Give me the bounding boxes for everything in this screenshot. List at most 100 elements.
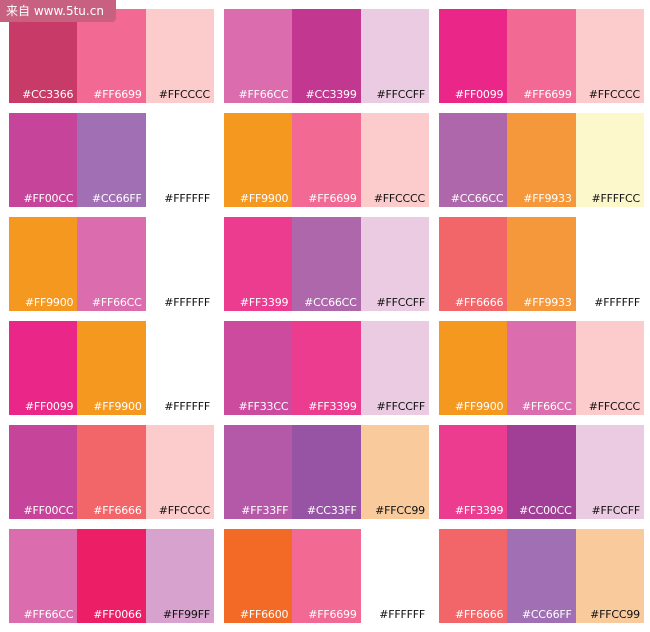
color-swatch: #FF6666: [439, 217, 508, 311]
color-swatch: #FF0099: [439, 9, 508, 103]
color-swatch: #FFFFFF: [145, 217, 214, 311]
color-swatch: #FFFFFF: [360, 529, 429, 623]
color-swatch: #FF9900: [439, 321, 508, 415]
color-swatch: #FFFFFF: [575, 217, 644, 311]
color-palette: #FF6666 #FF9933 #FFFFFF: [439, 217, 644, 311]
color-swatch: #FF00CC: [9, 113, 78, 207]
color-palette: #FF66CC #FF0066 #FF99FF: [9, 529, 214, 623]
hex-code-label: #FF6699: [308, 608, 357, 621]
color-swatch: #FF9900: [77, 321, 146, 415]
hex-code-label: #FFCC99: [375, 504, 425, 517]
watermark: 来自 www.5tu.cn: [0, 0, 116, 22]
color-swatch: #FF6666: [77, 425, 146, 519]
hex-code-label: #FF00CC: [23, 192, 74, 205]
color-swatch: #FF6699: [77, 9, 146, 103]
hex-code-label: #FF6600: [239, 608, 289, 621]
color-swatch: #FF9900: [9, 217, 78, 311]
hex-code-label: #FF9900: [454, 400, 504, 413]
color-palette: #FF33CC #FF3399 #FFCCFF: [224, 321, 429, 415]
color-swatch: #FF3399: [439, 425, 508, 519]
hex-code-label: #FF6666: [93, 504, 142, 517]
color-swatch: #CC3399: [292, 9, 361, 103]
hex-code-label: #FFCCCC: [158, 504, 210, 517]
color-swatch: #FF9933: [507, 217, 576, 311]
hex-code-label: #FFFFCC: [591, 192, 640, 205]
color-swatch: #FFFFCC: [575, 113, 644, 207]
color-palette: #FF6600 #FF6699 #FFFFFF: [224, 529, 429, 623]
color-swatch: #CC3366: [9, 9, 78, 103]
color-palette: #FF3399 #CC66CC #FFCCFF: [224, 217, 429, 311]
hex-code-label: #FF9900: [239, 192, 289, 205]
hex-code-label: #FF3399: [239, 296, 289, 309]
color-swatch: #FFCCFF: [360, 321, 429, 415]
hex-code-label: #FF6699: [308, 192, 357, 205]
hex-code-label: #FFCCCC: [588, 400, 640, 413]
hex-code-label: #FF66CC: [23, 608, 74, 621]
hex-code-label: #FF33CC: [238, 400, 289, 413]
hex-code-label: #FFCCFF: [591, 504, 640, 517]
hex-code-label: #CC66FF: [521, 608, 572, 621]
hex-code-label: #CC3366: [22, 88, 74, 101]
color-swatch: #FF6666: [439, 529, 508, 623]
hex-code-label: #FF9900: [24, 296, 74, 309]
hex-code-label: #FF6666: [454, 296, 504, 309]
color-swatch: #FFCCFF: [360, 9, 429, 103]
color-swatch: #FFCC99: [360, 425, 429, 519]
hex-code-label: #FF9933: [523, 296, 572, 309]
hex-code-label: #FF9933: [523, 192, 572, 205]
hex-code-label: #FFCCCC: [588, 88, 640, 101]
color-palette: #FF9900 #FF6699 #FFCCCC: [224, 113, 429, 207]
color-palette: #FF00CC #FF6666 #FFCCCC: [9, 425, 214, 519]
hex-code-label: #FF3399: [308, 400, 357, 413]
color-swatch: #FFFFFF: [145, 321, 214, 415]
color-swatch: #CC33FF: [292, 425, 361, 519]
color-swatch: #FF3399: [292, 321, 361, 415]
hex-code-label: #FFCCCC: [373, 192, 425, 205]
hex-code-label: #CC66CC: [450, 192, 504, 205]
color-swatch: #FFCCCC: [145, 425, 214, 519]
color-swatch: #CC66CC: [439, 113, 508, 207]
color-palette: #FF66CC #CC3399 #FFCCFF: [224, 9, 429, 103]
hex-code-label: #CC3399: [305, 88, 357, 101]
hex-code-label: #FFFFFF: [164, 400, 210, 413]
hex-code-label: #FFFFFF: [594, 296, 640, 309]
color-swatch: #FF6699: [292, 113, 361, 207]
hex-code-label: #FF66CC: [91, 296, 142, 309]
hex-code-label: #FF00CC: [23, 504, 74, 517]
hex-code-label: #FF66CC: [238, 88, 289, 101]
hex-code-label: #FFCCFF: [376, 296, 425, 309]
color-swatch: #FFCCCC: [145, 9, 214, 103]
color-palette: #CC3366 #FF6699 #FFCCCC: [9, 9, 214, 103]
hex-code-label: #FF6699: [93, 88, 142, 101]
color-swatch: #FF66CC: [224, 9, 293, 103]
hex-code-label: #FF6666: [454, 608, 504, 621]
color-swatch: #FF3399: [224, 217, 293, 311]
color-palette: #FF9900 #FF66CC #FFFFFF: [9, 217, 214, 311]
color-swatch: #FF66CC: [9, 529, 78, 623]
color-swatch: #FF66CC: [77, 217, 146, 311]
hex-code-label: #CC00CC: [519, 504, 572, 517]
color-swatch: #FFCCCC: [575, 9, 644, 103]
color-palette: #FF00CC #CC66FF #FFFFFF: [9, 113, 214, 207]
color-swatch: #FFCCCC: [360, 113, 429, 207]
color-palette: #FF3399 #CC00CC #FFCCFF: [439, 425, 644, 519]
color-palette: #FF33FF #CC33FF #FFCC99: [224, 425, 429, 519]
color-palette: #CC66CC #FF9933 #FFFFCC: [439, 113, 644, 207]
color-swatch: #CC00CC: [507, 425, 576, 519]
color-swatch: #FF6699: [507, 9, 576, 103]
color-swatch: #FF33FF: [224, 425, 293, 519]
color-swatch: #FF0099: [9, 321, 78, 415]
color-swatch: #FF99FF: [145, 529, 214, 623]
color-swatch: #FFCC99: [575, 529, 644, 623]
hex-code-label: #FF33FF: [241, 504, 289, 517]
hex-code-label: #CC66FF: [91, 192, 142, 205]
hex-code-label: #CC33FF: [306, 504, 357, 517]
hex-code-label: #FFFFFF: [164, 192, 210, 205]
color-swatch: #FF33CC: [224, 321, 293, 415]
color-swatch: #FFFFFF: [145, 113, 214, 207]
color-swatch: #FF9933: [507, 113, 576, 207]
color-swatch: #FF9900: [224, 113, 293, 207]
color-swatch: #FF00CC: [9, 425, 78, 519]
color-swatch: #FF6699: [292, 529, 361, 623]
color-palette: #FF9900 #FF66CC #FFCCCC: [439, 321, 644, 415]
